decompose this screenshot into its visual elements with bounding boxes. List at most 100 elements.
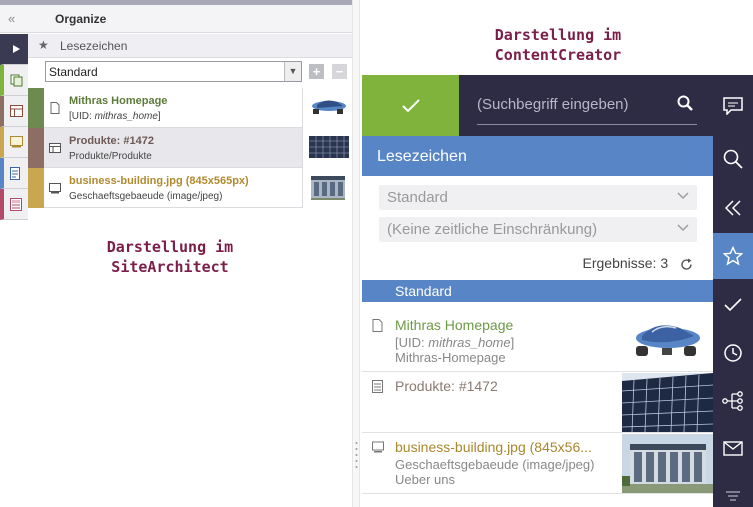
list-item[interactable]: Mithras Homepage [UID: mithras_home] Mit…	[362, 312, 713, 372]
right-icon-rail	[713, 75, 753, 507]
vertical-tab-bar	[0, 34, 28, 220]
rail-history-button[interactable]	[713, 330, 753, 376]
color-stripe	[28, 168, 44, 208]
car-thumbnail	[622, 312, 713, 371]
color-stripe	[28, 88, 44, 128]
item-subtitle: Geschaeftsgebaeude (image/jpeg)	[69, 191, 223, 202]
search-box	[477, 89, 697, 125]
tab-content[interactable]	[0, 158, 28, 189]
content-creator-caption: Darstellung im ContentCreator	[458, 25, 658, 65]
confirm-button[interactable]	[362, 75, 459, 136]
star-icon: ★	[38, 38, 49, 52]
cc-top-bar	[362, 75, 753, 136]
double-chevron-left-icon[interactable]: «	[8, 11, 15, 26]
site-architect-caption: Darstellung im SiteArchitect	[70, 237, 270, 277]
building-thumbnail	[622, 434, 713, 493]
item-title: business-building.jpg (845x565px)	[69, 175, 249, 187]
bookmark-list: Mithras Homepage [UID: mithras_home] Pro…	[28, 88, 353, 208]
thumbnail-cell	[302, 128, 353, 168]
bookmarks-title-bar: ★ Lesezeichen	[28, 34, 353, 58]
add-group-button[interactable]: +	[309, 64, 324, 79]
list-item[interactable]: Produkte: #1472 Produkte/Produkte	[28, 128, 353, 168]
table-icon	[9, 105, 23, 117]
image-icon	[49, 183, 61, 194]
item-location: Ueber uns	[395, 472, 455, 487]
drag-handle-icon	[355, 442, 358, 468]
dataset-icon	[49, 143, 61, 153]
mail-icon	[723, 440, 743, 456]
list-item[interactable]: Mithras Homepage [UID: mithras_home]	[28, 88, 353, 128]
image-icon	[372, 441, 384, 453]
caption-line: ContentCreator	[494, 46, 622, 64]
template-icon	[10, 197, 22, 211]
thumbnail-cell	[302, 168, 353, 208]
rail-mail-button[interactable]	[713, 425, 753, 471]
search-icon[interactable]	[677, 95, 693, 111]
item-title: Produkte: #1472	[395, 378, 498, 394]
media-icon	[9, 136, 23, 148]
bookmarks-panel: Lesezeichen Standard (Keine zeitliche Ei…	[362, 136, 713, 507]
results-label: Ergebnisse: 3	[582, 255, 669, 271]
color-stripe	[28, 128, 44, 168]
item-description: Mithras-Homepage	[395, 350, 506, 365]
item-title: Produkte: #1472	[69, 135, 154, 147]
check-icon	[724, 298, 742, 312]
chevron-down-icon	[677, 224, 689, 231]
caption-line: Darstellung im	[106, 238, 234, 256]
item-title: business-building.jpg (845x56...	[395, 439, 592, 455]
tab-templates[interactable]	[0, 189, 28, 220]
dataset-icon	[372, 380, 383, 393]
time-filter-dropdown[interactable]: (Keine zeitliche Einschränkung)	[379, 217, 697, 242]
item-subtitle: [UID: mithras_home]	[69, 111, 161, 122]
site-architect-panel: « Organize ★ Lesezeichen Standard ▼ + −	[0, 0, 353, 507]
clock-icon	[724, 344, 742, 362]
item-title: Mithras Homepage	[395, 317, 514, 333]
filter-list-icon	[726, 491, 740, 501]
item-description: Geschaeftsgebaeude (image/jpeg)	[395, 457, 595, 472]
tab-structure[interactable]	[0, 96, 28, 127]
rail-comments-button[interactable]	[713, 83, 753, 129]
list-item[interactable]: Produkte: #1472	[362, 373, 713, 433]
item-subtitle: Produkte/Produkte	[69, 151, 152, 162]
rail-collapse-button[interactable]	[713, 185, 753, 231]
search-input[interactable]	[477, 89, 667, 119]
double-chevron-left-icon	[724, 200, 741, 216]
page-icon	[50, 102, 60, 114]
star-icon	[723, 246, 743, 266]
tab-media[interactable]	[0, 127, 28, 158]
item-uid: [UID: mithras_home]	[395, 335, 515, 350]
caption-line: SiteArchitect	[111, 258, 229, 276]
tab-pages[interactable]	[0, 65, 28, 96]
panel-splitter[interactable]	[352, 0, 360, 507]
page-icon	[372, 319, 383, 332]
rail-bookmarks-button[interactable]	[713, 233, 753, 279]
group-dropdown[interactable]: Standard	[379, 185, 697, 210]
remove-group-button[interactable]: −	[332, 64, 347, 79]
organize-title: Organize	[55, 12, 107, 26]
caption-line: Darstellung im	[494, 26, 622, 44]
comment-icon	[723, 97, 743, 115]
results-count: Ergebnisse: 3	[583, 255, 694, 271]
play-icon	[13, 45, 20, 53]
list-item[interactable]: business-building.jpg (845x565px) Gescha…	[28, 168, 353, 208]
organize-header: « Organize	[0, 5, 353, 33]
sitemap-icon	[722, 391, 743, 411]
solar-panel-thumbnail	[309, 136, 349, 158]
item-title: Mithras Homepage	[69, 95, 168, 107]
car-thumbnail	[312, 100, 346, 114]
rail-filter-button[interactable]	[713, 473, 753, 507]
refresh-icon[interactable]	[680, 258, 693, 271]
dropdown-value: (Keine zeitliche Einschränkung)	[387, 221, 598, 238]
bookmark-group-select[interactable]: Standard ▼	[45, 61, 302, 82]
thumbnail-cell	[302, 88, 353, 128]
pages-icon	[10, 74, 22, 86]
list-item[interactable]: business-building.jpg (845x56... Geschae…	[362, 434, 713, 494]
rail-tasks-button[interactable]	[713, 282, 753, 328]
tab-play[interactable]	[0, 34, 28, 65]
rail-structure-button[interactable]	[713, 378, 753, 424]
select-value: Standard	[49, 65, 98, 79]
bookmarks-title: Lesezeichen	[60, 39, 128, 53]
group-header: Standard	[362, 280, 713, 302]
rail-search-button[interactable]	[713, 136, 753, 182]
chevron-down-icon[interactable]: ▼	[284, 62, 301, 81]
